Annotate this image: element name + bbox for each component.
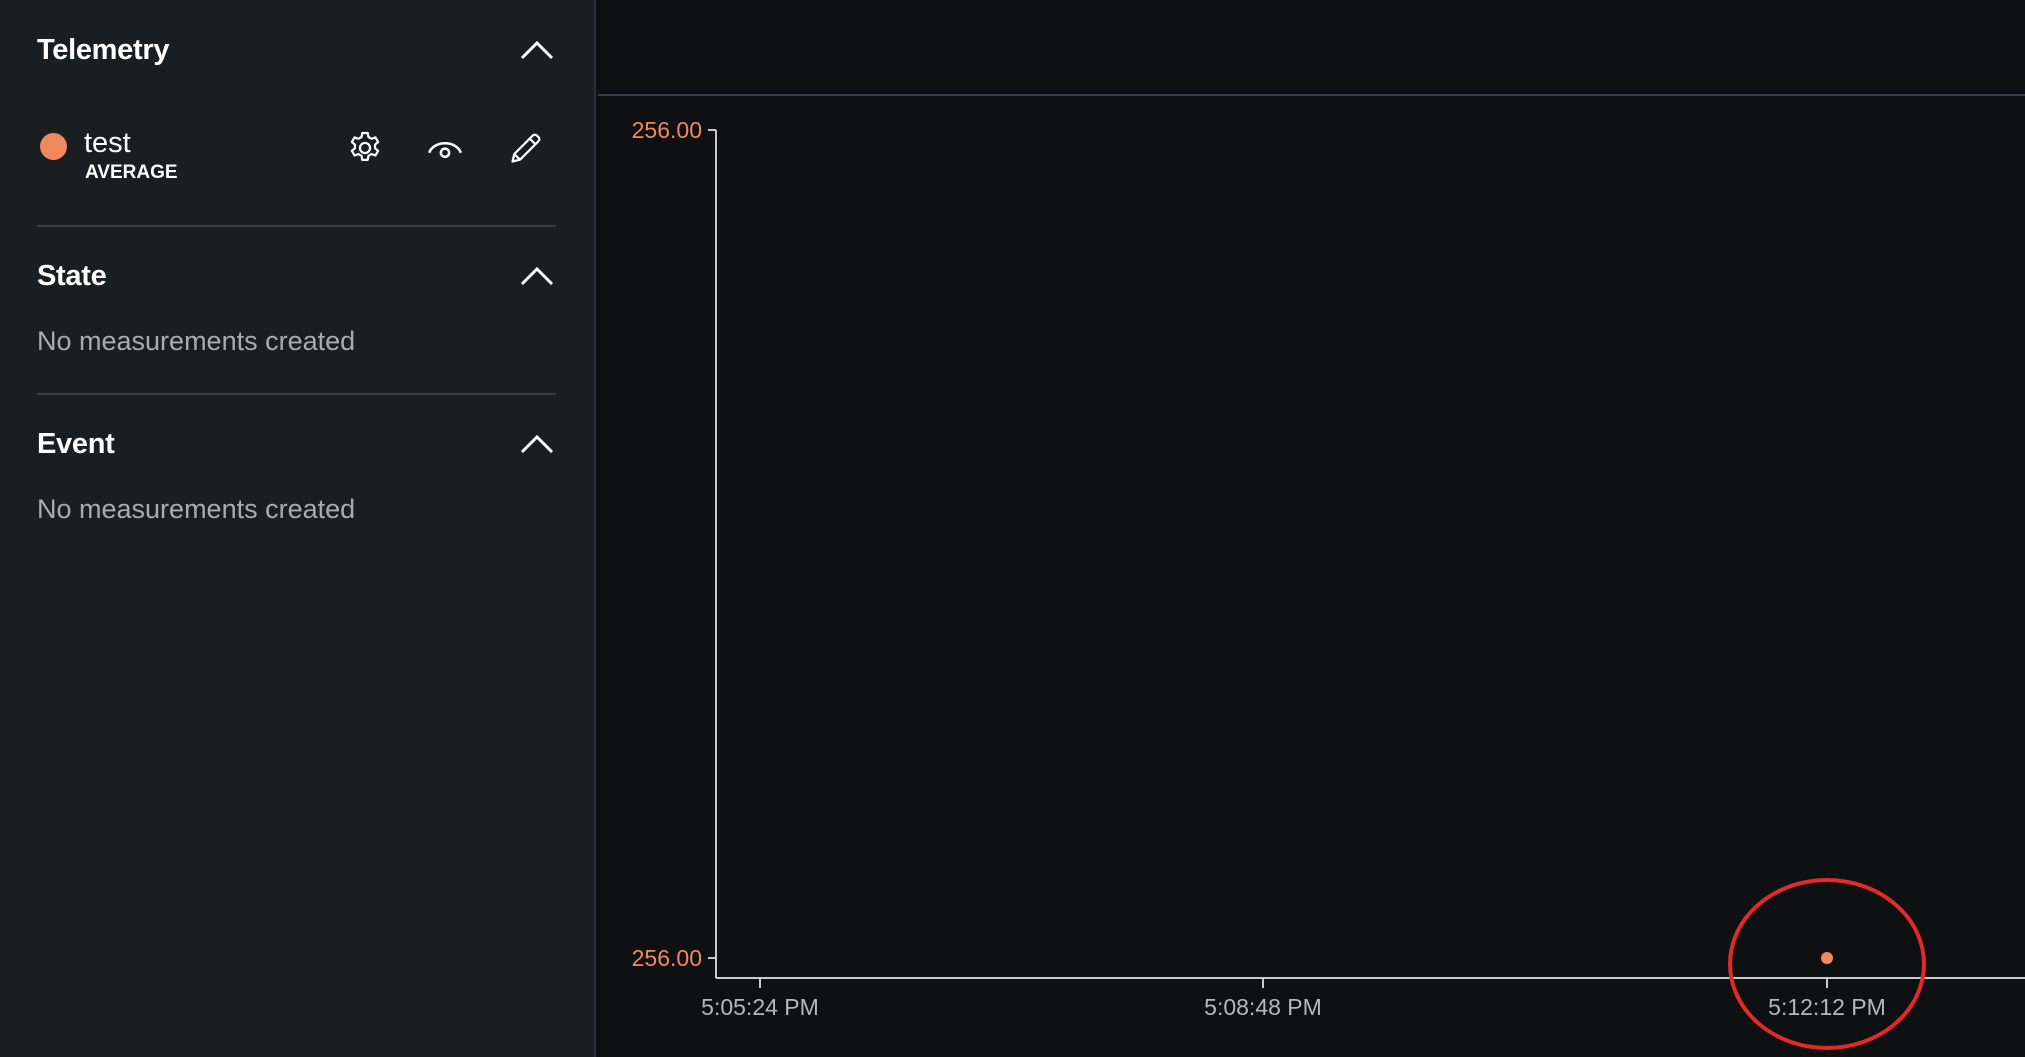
telemetry-item-aggregation: AVERAGE [85,162,178,183]
telemetry-item-name: test [84,127,131,159]
event-section-title: Event [37,427,115,460]
pencil-icon[interactable] [503,125,549,171]
x-tick-label: 5:12:12 PM [1768,994,1886,1020]
x-tick-label: 5:08:48 PM [1204,994,1322,1020]
chevron-up-icon[interactable] [517,256,557,296]
gear-icon[interactable] [342,125,388,171]
chart-toolbar [598,0,2025,96]
eye-icon[interactable] [422,125,468,171]
event-empty-message: No measurements created [37,494,356,524]
telemetry-section-title: Telemetry [37,33,170,66]
section-divider [37,225,556,227]
measurements-sidebar: Telemetry test AVERAGE State No measurem… [0,0,596,1057]
plot-area: 256.00 256.00 5:05:24 PM 5:08:48 PM 5:12:12… [632,117,2025,1050]
x-tick-label: 5:05:24 PM [701,994,819,1020]
telemetry-chart[interactable]: 256.00 256.00 5:05:24 PM 5:08:48 PM 5:12:12… [598,98,2025,1057]
state-empty-message: No measurements created [37,326,356,356]
data-point[interactable] [1821,952,1833,964]
chevron-up-icon[interactable] [517,424,557,464]
event-section-header: Event [37,424,557,464]
state-section-header: State [37,256,557,296]
series-color-dot [40,133,67,160]
chevron-up-icon[interactable] [517,30,557,70]
telemetry-item[interactable]: test AVERAGE [37,125,557,195]
y-tick-label: 256.00 [632,945,702,971]
state-section-title: State [37,259,107,292]
section-divider [37,393,556,395]
telemetry-section-header: Telemetry [37,30,557,70]
y-tick-label: 256.00 [632,117,702,143]
